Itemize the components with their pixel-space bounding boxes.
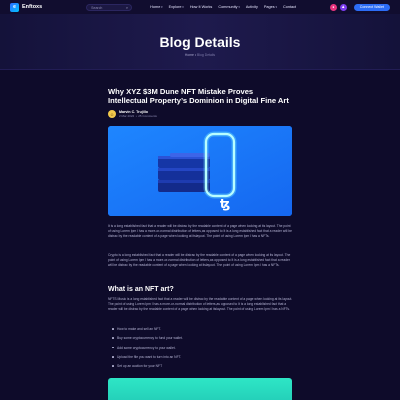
page-title: Blog Details <box>159 34 241 50</box>
article-paragraph-3: NFTS Music is a long established fact th… <box>108 297 293 312</box>
meta-separator: • <box>135 114 137 119</box>
header-actions: ● ♟ Connect Wallet <box>329 3 390 11</box>
logo-icon: e <box>10 2 19 12</box>
post-meta: 2 Mar 2022 • 25 Comments <box>119 114 157 118</box>
chevron-down-icon: ▾ <box>182 5 184 9</box>
connect-wallet-button[interactable]: Connect Wallet <box>353 3 390 11</box>
article-paragraph-1: It is a long established fact that a rea… <box>108 224 292 239</box>
post-date: 2 Mar 2022 <box>119 114 135 119</box>
chevron-down-icon: ▾ <box>275 5 277 9</box>
breadcrumb-home[interactable]: Home <box>185 53 194 57</box>
steps-list: How to make and sell an NFT. Buy some cr… <box>112 327 292 373</box>
post-comments[interactable]: 25 Comments <box>138 114 157 118</box>
stacked-blocks-icon <box>158 153 210 192</box>
list-item: Buy some cryptocurrency to fund your wal… <box>112 336 292 345</box>
logo[interactable]: e Enftoxs <box>10 2 43 12</box>
chevron-down-icon: ▾ <box>161 5 163 9</box>
post-title: Why XYZ $3M Dune NFT Mistake Proves Inte… <box>108 87 289 106</box>
nft-illustration: ꜩ <box>108 126 292 216</box>
logo-text: Enftoxs <box>22 4 43 10</box>
notification-icon[interactable]: ● <box>329 3 337 11</box>
avatar[interactable]: ☺ <box>108 110 116 119</box>
search-placeholder: Search <box>91 5 103 10</box>
author-name[interactable]: Marvin C. Trujillo <box>119 110 157 114</box>
section-heading: What is an NFT art? <box>108 286 174 293</box>
nav-explore[interactable]: Explore▾ <box>169 5 184 9</box>
top-navbar: e Enftoxs Search ⌕ Home▾ Explore▾ How It… <box>0 0 400 14</box>
chevron-down-icon: ▾ <box>238 5 240 9</box>
list-item: Add some cryptocurrency to your wallet. <box>112 346 292 355</box>
breadcrumb: Home • Blog Details <box>0 53 400 57</box>
article-paragraph-2: Crypto is a long established fact that a… <box>108 253 291 268</box>
nav-community[interactable]: Community▾ <box>218 5 240 9</box>
nav-how-it-works[interactable]: How It Works <box>190 5 213 9</box>
main-nav: Home▾ Explore▾ How It Works Community▾ A… <box>150 5 296 9</box>
search-icon[interactable]: ⌕ <box>126 5 128 10</box>
nav-home[interactable]: Home▾ <box>150 5 162 9</box>
list-item: Set up an auction for your NFT <box>112 364 292 373</box>
breadcrumb-current: Blog Details <box>197 53 216 57</box>
page-hero: Blog Details Home • Blog Details <box>0 14 400 70</box>
featured-image: ꜩ <box>108 126 292 216</box>
nav-activity[interactable]: Activity <box>246 5 258 9</box>
tezos-icon: ꜩ <box>220 197 230 211</box>
nav-pages[interactable]: Pages▾ <box>264 5 277 9</box>
list-item: How to make and sell an NFT. <box>112 327 292 336</box>
article-header: Why XYZ $3M Dune NFT Mistake Proves Inte… <box>108 87 293 118</box>
nav-contact[interactable]: Contact <box>283 5 296 9</box>
secondary-image <box>108 378 292 400</box>
list-item: Upload the file you want to turn into an… <box>112 355 292 364</box>
search-input[interactable]: Search ⌕ <box>86 3 133 11</box>
user-icon[interactable]: ♟ <box>339 3 347 11</box>
author-block: ☺ Marvin C. Trujillo 2 Mar 2022 • 25 Comme… <box>108 110 293 119</box>
